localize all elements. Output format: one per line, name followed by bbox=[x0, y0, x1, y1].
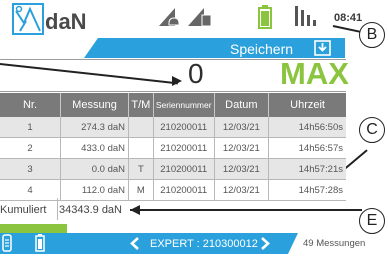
footer-battery-icon bbox=[35, 234, 45, 252]
table-row[interactable]: 3 0.0 daN T 210200011 12/03/21 14h57:21s bbox=[0, 158, 346, 180]
device-icon[interactable] bbox=[2, 234, 12, 252]
measurement-count: 49 Messungen bbox=[303, 238, 366, 249]
cumulative-value: 34343.9 daN bbox=[59, 204, 122, 216]
table-row[interactable]: 1 274.3 daN 210200011 12/03/21 14h56:50s bbox=[0, 117, 346, 138]
cell-messung: 274.3 daN bbox=[60, 117, 130, 138]
cell-serial: 210200011 bbox=[153, 117, 215, 138]
mode-label[interactable]: MAX bbox=[280, 57, 349, 91]
cell-nr: 3 bbox=[0, 158, 61, 180]
save-bar[interactable] bbox=[84, 38, 345, 58]
previous-device-icon[interactable] bbox=[130, 237, 140, 250]
device-selector[interactable]: EXPERT : 210300012 bbox=[150, 238, 258, 250]
cell-serial: 210200011 bbox=[153, 158, 215, 180]
save-download-icon[interactable] bbox=[314, 40, 331, 56]
measurements-table: Nr. Messung T/M Seriennummer Datum Uhrze… bbox=[0, 93, 346, 201]
dynamometer-logo-icon bbox=[12, 3, 44, 35]
col-header-tm: T/M bbox=[128, 93, 154, 117]
next-device-icon[interactable] bbox=[260, 237, 270, 250]
cell-nr: 1 bbox=[0, 117, 61, 138]
cell-time: 14h57:21s bbox=[268, 158, 346, 180]
cell-nr: 4 bbox=[0, 179, 61, 201]
callout-e: E bbox=[359, 208, 385, 234]
cell-date: 12/03/21 bbox=[214, 179, 270, 201]
cell-tm bbox=[128, 137, 154, 159]
callout-arrow-line bbox=[0, 63, 179, 85]
cell-serial: 210200011 bbox=[153, 179, 215, 201]
col-header-datum: Datum bbox=[214, 93, 270, 117]
callout-b: B bbox=[359, 22, 385, 48]
signal-bars-icon bbox=[295, 6, 316, 26]
clock-time: 08:41 bbox=[334, 12, 363, 24]
cell-time: 14h56:50s bbox=[268, 117, 346, 138]
cell-date: 12/03/21 bbox=[214, 117, 270, 138]
col-header-messung: Messung bbox=[60, 93, 130, 117]
col-header-uhrzeit: Uhrzeit bbox=[268, 93, 346, 117]
cell-time: 14h57:28s bbox=[268, 179, 346, 201]
col-header-nr: Nr. bbox=[0, 93, 61, 117]
cell-date: 12/03/21 bbox=[214, 137, 270, 159]
table-row[interactable]: 4 112.0 daN M 210200011 12/03/21 14h57:2… bbox=[0, 179, 346, 201]
col-header-seriennummer: Seriennummer bbox=[153, 93, 215, 117]
arrow-head-icon bbox=[130, 205, 140, 215]
cell-tm: M bbox=[128, 179, 154, 201]
cell-messung: 112.0 daN bbox=[60, 179, 130, 201]
cell-messung: 433.0 daN bbox=[60, 137, 130, 159]
cell-serial: 210200011 bbox=[153, 137, 215, 159]
signal-bell-icon bbox=[159, 8, 180, 26]
cell-time: 14h56:57s bbox=[268, 137, 346, 159]
save-button-label[interactable]: Speichern bbox=[230, 41, 293, 57]
cumulative-label: Kumuliert bbox=[0, 204, 47, 216]
arrow-head-icon bbox=[172, 76, 182, 86]
cell-tm: T bbox=[128, 158, 154, 180]
battery-icon bbox=[258, 5, 272, 29]
cell-messung: 0.0 daN bbox=[60, 158, 130, 180]
table-row[interactable]: 2 433.0 daN 210200011 12/03/21 14h56:57s bbox=[0, 137, 346, 159]
footer-accent bbox=[0, 224, 67, 233]
cell-nr: 2 bbox=[0, 137, 61, 159]
divider bbox=[0, 91, 346, 92]
divider bbox=[57, 198, 58, 220]
callout-arrow-line bbox=[130, 209, 362, 211]
callout-arrow-line bbox=[332, 25, 361, 33]
unit-label: daN bbox=[45, 9, 87, 34]
cell-tm bbox=[128, 117, 154, 138]
signal-sim-icon bbox=[188, 8, 212, 27]
callout-c: C bbox=[359, 117, 385, 143]
cell-date: 12/03/21 bbox=[214, 158, 270, 180]
current-reading: 0 bbox=[188, 58, 204, 89]
